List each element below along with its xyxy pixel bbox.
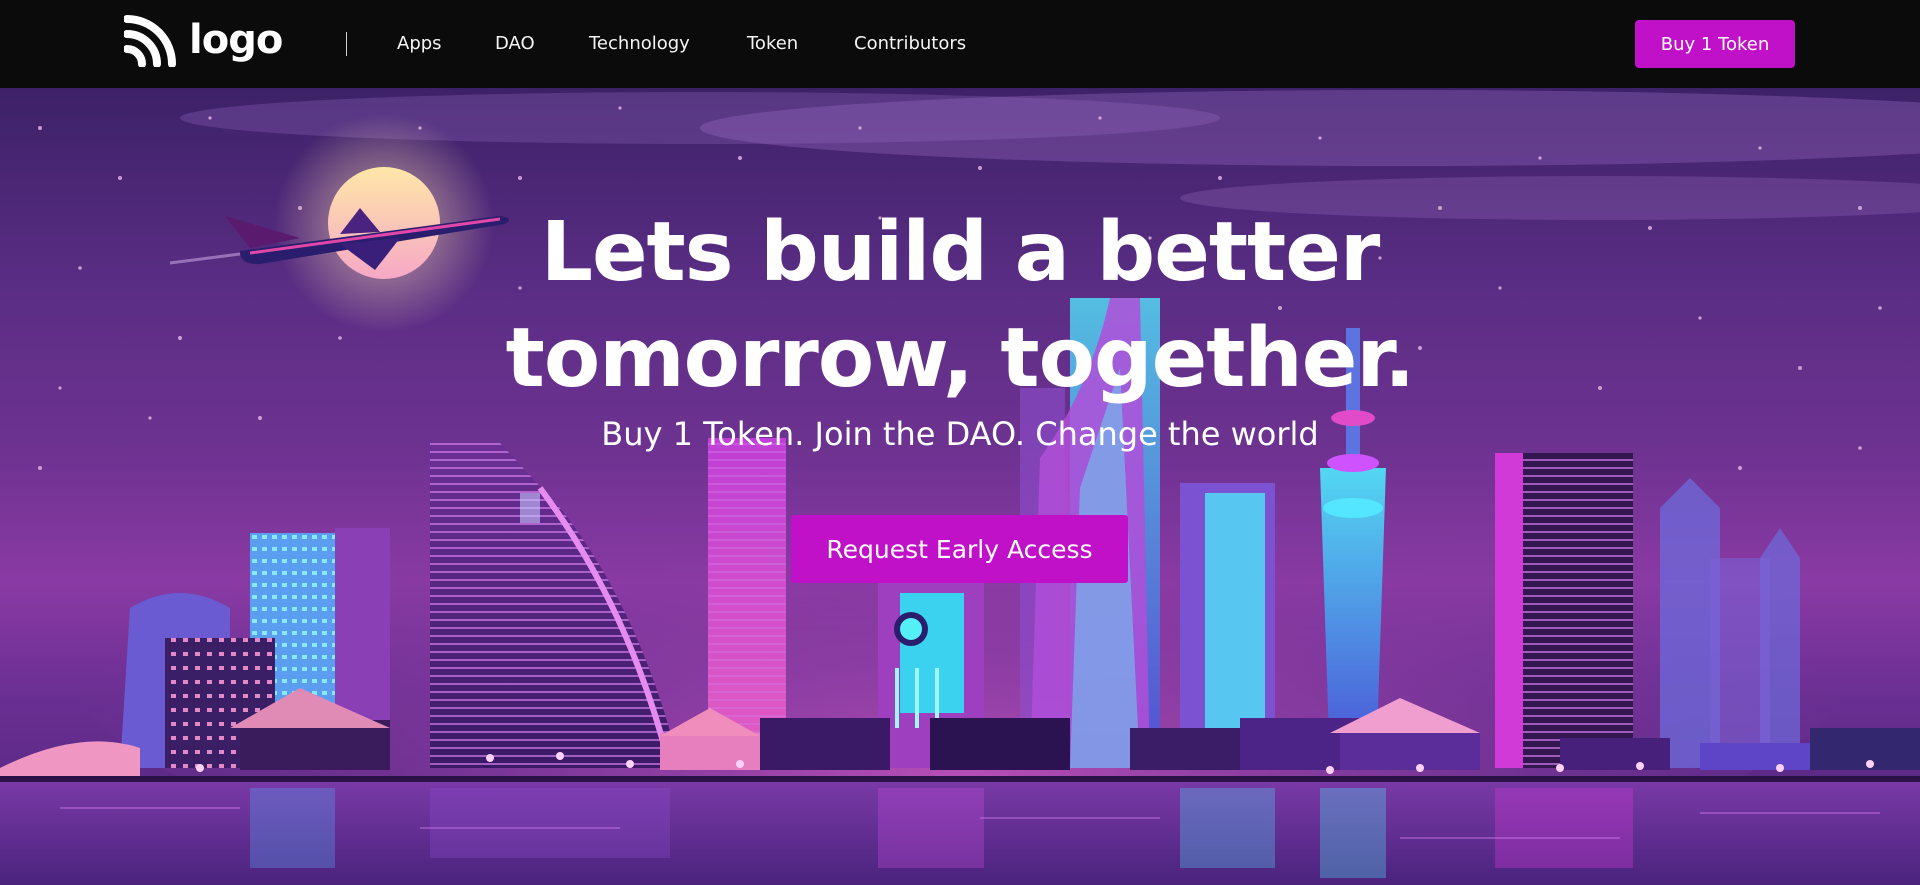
nav-link-token[interactable]: Token bbox=[747, 32, 798, 56]
nav-link-apps[interactable]: Apps bbox=[397, 32, 442, 56]
hero-subtitle: Buy 1 Token. Join the DAO. Change the wo… bbox=[601, 415, 1319, 453]
logo-link[interactable]: logo bbox=[124, 15, 284, 67]
request-early-access-button[interactable]: Request Early Access bbox=[791, 515, 1128, 583]
hero-title-line1: Lets build a better bbox=[540, 205, 1381, 300]
top-navigation: logo Apps DAO Technology Token Contribut… bbox=[0, 0, 1920, 88]
nav-divider bbox=[346, 32, 347, 56]
hero-section: Lets build a better tomorrow, together. … bbox=[0, 88, 1920, 885]
nav-link-contributors[interactable]: Contributors bbox=[854, 32, 966, 56]
signal-waves-icon bbox=[124, 15, 176, 67]
nav-link-technology[interactable]: Technology bbox=[589, 32, 690, 56]
hero-title-line2: tomorrow, together. bbox=[505, 311, 1416, 406]
buy-token-button[interactable]: Buy 1 Token bbox=[1635, 20, 1795, 68]
hero-title: Lets build a better tomorrow, together. bbox=[360, 200, 1560, 412]
logo-text: logo bbox=[189, 17, 283, 63]
nav-link-dao[interactable]: DAO bbox=[495, 32, 535, 56]
